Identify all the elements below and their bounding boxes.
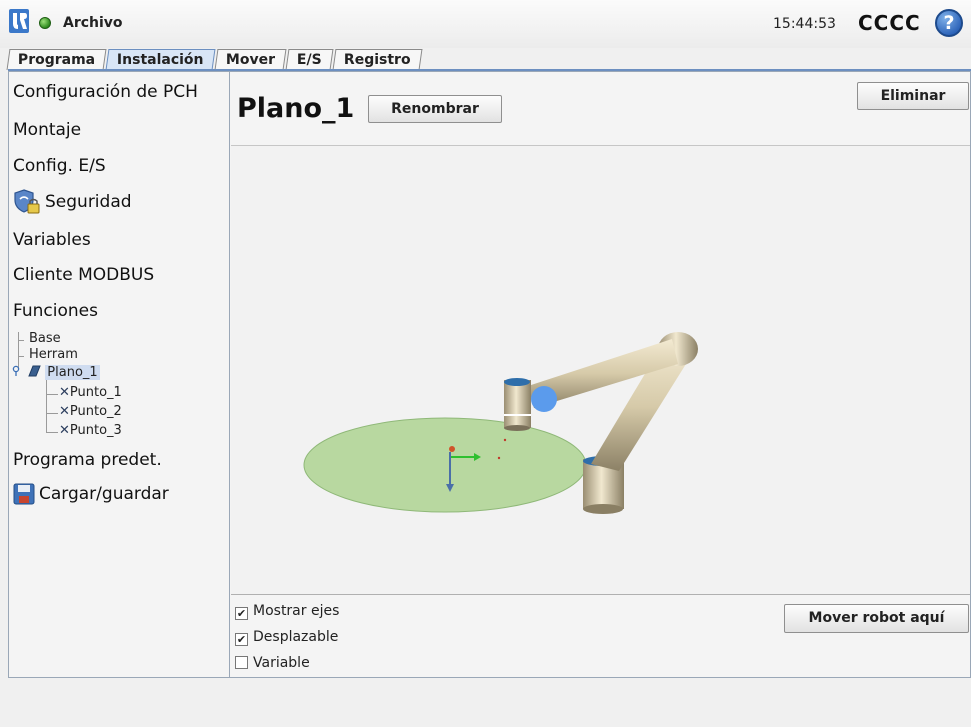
plane-feature-icon [28, 365, 41, 377]
robot-scene [303, 332, 698, 514]
tree-node-label: Punto_1 [69, 385, 122, 400]
tree-line [46, 432, 58, 433]
tree-line [18, 356, 24, 357]
sidebar-item-cliente-modbus[interactable]: Cliente MODBUS [13, 265, 154, 285]
tab-mover[interactable]: Mover [214, 49, 287, 70]
option-label: Desplazable [253, 629, 339, 645]
sidebar-item-montaje[interactable]: Montaje [13, 120, 81, 140]
tab-programa[interactable]: Programa [6, 49, 107, 70]
clock: 15:44:53 [773, 16, 836, 32]
option-variable[interactable]: Variable [235, 655, 310, 671]
option-desplazable[interactable]: ✔ Desplazable [235, 629, 338, 646]
feature-plane [303, 417, 587, 513]
top-bar: Archivo 15:44:53 CCCC ? [0, 0, 971, 48]
tree-line [18, 332, 19, 368]
sidebar-item-variables[interactable]: Variables [13, 230, 91, 250]
tab-registro[interactable]: Registro [332, 49, 422, 70]
feature-panel: Plano_1 Renombrar Eliminar ✔ Mostrar eje… [230, 71, 971, 678]
tree-node-punto-3[interactable]: ✕Punto_3 [59, 423, 122, 438]
option-label: Variable [253, 655, 310, 671]
tree-line [46, 380, 47, 432]
sidebar-item-configuracion-pch[interactable]: Configuración de PCH [13, 82, 198, 102]
sidebar-item-seguridad[interactable]: Seguridad [13, 189, 132, 215]
sidebar-item-programa-predet[interactable]: Programa predet. [13, 450, 162, 470]
tree-expand-icon[interactable] [12, 365, 24, 377]
tree-node-plano-1[interactable]: Plano_1 [12, 365, 100, 380]
main-tabs: Programa Instalación Mover E/S Registro [6, 49, 422, 70]
tree-node-punto-1[interactable]: ✕Punto_1 [59, 385, 122, 400]
point-x-icon: ✕ [59, 404, 70, 419]
shield-lock-icon [14, 189, 40, 214]
bottom-strip [0, 679, 971, 727]
checkbox-mostrar-ejes[interactable]: ✔ [235, 607, 248, 620]
tree-node-punto-2[interactable]: ✕Punto_2 [59, 404, 122, 419]
3d-viewport[interactable] [231, 145, 970, 595]
installation-sidebar: Configuración de PCH Montaje Config. E/S… [8, 71, 230, 678]
ur-logo-icon [9, 9, 29, 33]
tree-line [46, 413, 58, 414]
move-robot-here-button[interactable]: Mover robot aquí [784, 604, 969, 633]
feature-name: Plano_1 [237, 93, 355, 124]
robot-wrist [504, 378, 531, 431]
tab-instalacion[interactable]: Instalación [105, 49, 216, 70]
tcp-sphere [531, 386, 557, 412]
delete-button[interactable]: Eliminar [857, 82, 969, 110]
sidebar-item-label: Cargar/guardar [39, 484, 169, 504]
floppy-disk-icon [13, 483, 35, 505]
sidebar-item-config-es[interactable]: Config. E/S [13, 156, 106, 176]
point-x-icon: ✕ [59, 423, 70, 438]
sidebar-item-label: Seguridad [45, 192, 132, 212]
tree-node-base[interactable]: Base [29, 331, 61, 346]
status-ok-icon [39, 17, 51, 29]
tree-node-herram[interactable]: Herram [29, 347, 78, 362]
option-label: Mostrar ejes [253, 603, 340, 619]
tree-node-label: Punto_2 [69, 404, 122, 419]
tree-node-label: Punto_3 [69, 423, 122, 438]
sidebar-item-funciones[interactable]: Funciones [13, 301, 98, 321]
point-x-icon: ✕ [59, 385, 70, 400]
checkbox-variable[interactable] [235, 656, 248, 669]
rename-button[interactable]: Renombrar [368, 95, 502, 123]
tree-line [46, 394, 58, 395]
robot-name: CCCC [858, 11, 921, 35]
checkbox-desplazable[interactable]: ✔ [235, 633, 248, 646]
sidebar-item-cargar-guardar[interactable]: Cargar/guardar [13, 483, 169, 505]
option-mostrar-ejes[interactable]: ✔ Mostrar ejes [235, 603, 339, 620]
tab-es[interactable]: E/S [285, 49, 334, 70]
tree-line [18, 340, 24, 341]
help-button[interactable]: ? [935, 9, 963, 37]
app-title[interactable]: Archivo [63, 15, 123, 31]
tree-node-label: Plano_1 [45, 365, 100, 380]
